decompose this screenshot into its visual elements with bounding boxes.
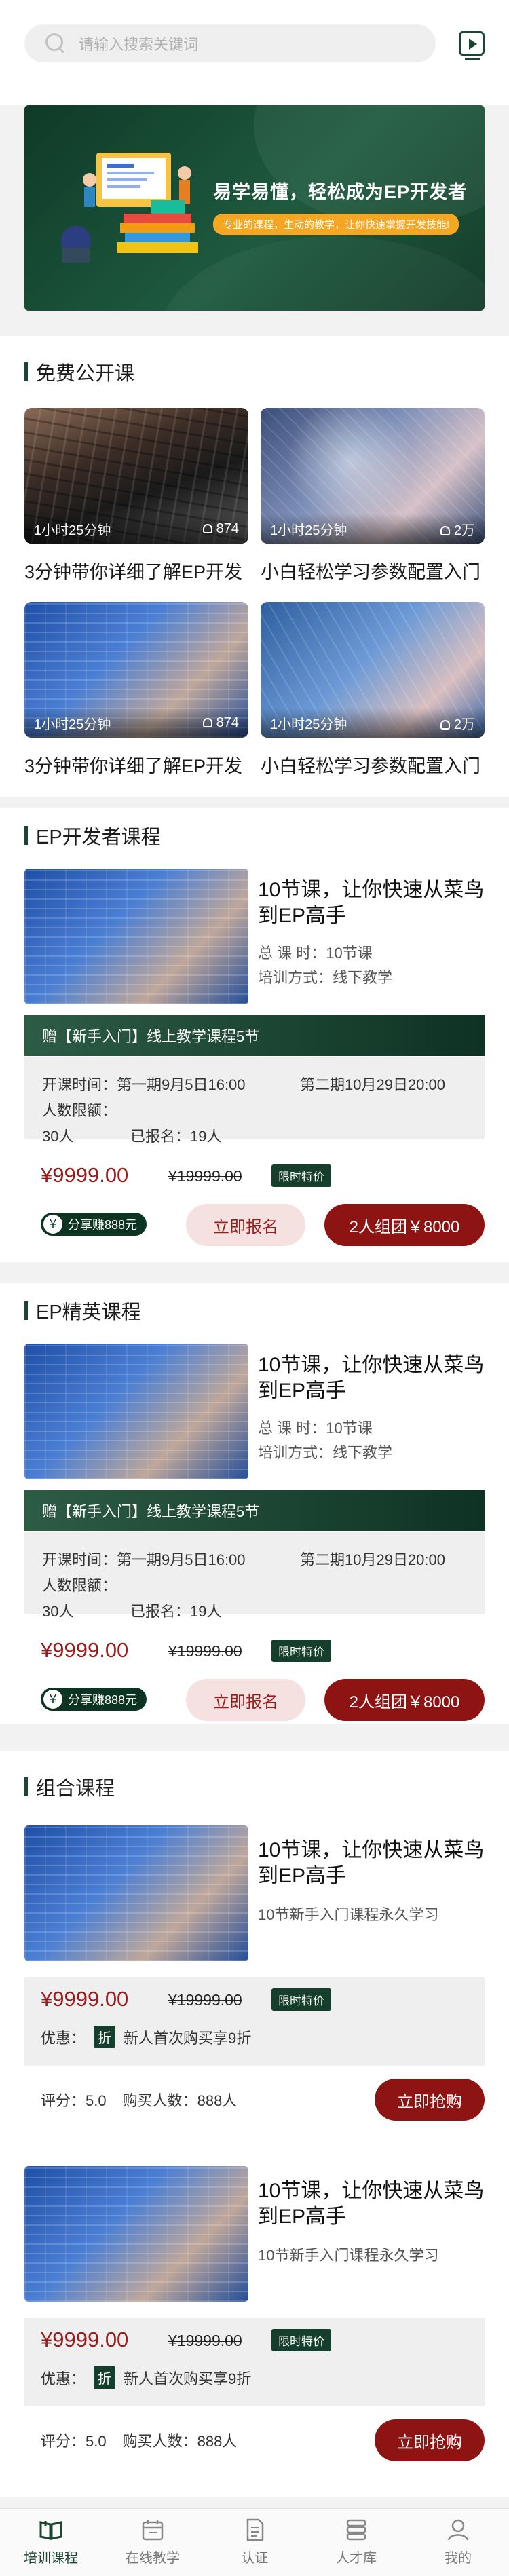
header: 请输入搜索关键词: [0, 0, 509, 105]
limited-offer-badge: 限时特价: [271, 1640, 331, 1662]
price: ¥9999.00: [41, 1638, 129, 1662]
gift-banner: 赠【新手入门】线上教学课程5节: [24, 1015, 485, 1056]
banner-subtitle: 专业的课程，生动的教学，让你快速掌握开发技能!: [213, 214, 459, 235]
course-title[interactable]: 10节课，让你快速从菜鸟到EP高手: [258, 877, 489, 929]
course-subtitle: 10节新手入门课程永久学习: [258, 2247, 439, 2264]
bottom-tab-bar: 培训课程 在线教学 认证 人才库 我的: [0, 2508, 509, 2576]
enroll-button[interactable]: 立即报名: [186, 1204, 305, 1246]
section-title: 组合课程: [24, 1773, 115, 1801]
buy-now-button[interactable]: 立即抢购: [375, 2419, 485, 2461]
discount-row: 优惠：折新人首次购买享9折: [41, 2026, 251, 2048]
view-count: 874: [216, 520, 239, 536]
card-title: 小白轻松学习参数配置入门: [261, 562, 480, 582]
free-course-card[interactable]: 1小时25分钟 2万 小白轻松学习参数配置入门: [261, 408, 485, 584]
discount-row: 优惠：折新人首次购买享9折: [41, 2366, 251, 2389]
course-thumbnail: 1小时25分钟 2万: [261, 408, 485, 544]
section-title: EP开发者课程: [24, 821, 161, 850]
person-icon: [440, 719, 450, 730]
tab-talent-pool[interactable]: 人才库: [305, 2509, 407, 2576]
duration: 1小时25分钟: [34, 717, 111, 732]
course-thumbnail[interactable]: [24, 1825, 248, 1961]
limited-offer-badge: 限时特价: [271, 1164, 331, 1187]
view-count: 2万: [453, 717, 475, 732]
elite-course-section: EP精英课程 10节课，让你快速从菜鸟到EP高手 总 课 时：10节课 培训方式…: [0, 1283, 509, 1724]
course-thumbnail[interactable]: [24, 869, 248, 1004]
discount-icon: 折: [94, 2366, 116, 2389]
video-play-icon[interactable]: [459, 31, 485, 60]
card-title: 3分钟带你详细了解EP开发: [24, 756, 243, 776]
course-title[interactable]: 10节课，让你快速从菜鸟到EP高手: [258, 1352, 489, 1404]
search-placeholder: 请输入搜索关键词: [79, 36, 199, 53]
yen-icon: ¥: [43, 1215, 62, 1234]
course-thumbnail: 1小时25分钟 874: [24, 408, 248, 544]
duration: 1小时25分钟: [270, 717, 347, 732]
books-illustration-icon: [61, 153, 198, 263]
tab-mine[interactable]: 我的: [407, 2509, 509, 2576]
free-course-card[interactable]: 1小时25分钟 874 3分钟带你详细了解EP开发: [24, 602, 248, 778]
course-subtitle: 10节新手入门课程永久学习: [258, 1906, 439, 1923]
discount-icon: 折: [94, 2026, 116, 2048]
tab-online-teaching[interactable]: 在线教学: [102, 2509, 204, 2576]
combo-course-section: 组合课程 10节课，让你快速从菜鸟到EP高手 10节新手入门课程永久学习 ¥99…: [0, 1751, 509, 2497]
dev-course-section: EP开发者课程 10节课，让你快速从菜鸟到EP高手 总 课 时：10节课 培训方…: [0, 808, 509, 1262]
user-icon: [447, 2519, 469, 2541]
limited-offer-badge: 限时特价: [271, 2329, 331, 2351]
schedule-box: 开课时间：第一期9月5日16:00 第二期10月29日20:00 人数限额：30人…: [24, 1532, 485, 1620]
person-icon: [202, 523, 212, 533]
enroll-button[interactable]: 立即报名: [186, 1679, 305, 1721]
card-title: 小白轻松学习参数配置入门: [261, 756, 480, 776]
tab-training-courses[interactable]: 培训课程: [0, 2509, 102, 2576]
person-icon: [202, 717, 212, 727]
limited-offer-badge: 限时特价: [271, 1988, 331, 2011]
course-lessons: 总 课 时：10节课: [258, 945, 373, 962]
share-earn-button[interactable]: ¥ 分享赚888元: [41, 1213, 147, 1236]
course-title[interactable]: 10节课，让你快速从菜鸟到EP高手: [258, 1838, 489, 1889]
buy-now-button[interactable]: 立即抢购: [375, 2079, 485, 2121]
original-price: ¥19999.00: [168, 2332, 242, 2349]
database-icon: [346, 2519, 366, 2541]
course-mode: 培训方式：线下教学: [258, 969, 393, 986]
price: ¥9999.00: [41, 1987, 129, 2011]
section-title: EP精英课程: [24, 1296, 141, 1325]
hero-banner[interactable]: 易学易懂，轻松成为EP开发者 专业的课程，生动的教学，让你快速掌握开发技能!: [24, 105, 485, 311]
yen-icon: ¥: [43, 1690, 62, 1709]
group-buy-button[interactable]: 2人组团￥8000: [324, 1204, 485, 1246]
duration: 1小时25分钟: [270, 523, 347, 538]
section-title: 免费公开课: [24, 358, 134, 386]
document-icon: [246, 2518, 264, 2541]
card-title: 3分钟带你详细了解EP开发: [24, 562, 243, 582]
search-input[interactable]: 请输入搜索关键词: [24, 24, 436, 62]
person-icon: [440, 525, 450, 535]
search-icon: [43, 31, 68, 56]
view-count: 2万: [453, 523, 475, 538]
free-course-card[interactable]: 1小时25分钟 874 3分钟带你详细了解EP开发: [24, 408, 248, 584]
duration: 1小时25分钟: [34, 523, 111, 538]
course-thumbnail: 1小时25分钟 2万: [261, 602, 485, 738]
free-course-card[interactable]: 1小时25分钟 2万 小白轻松学习参数配置入门: [261, 602, 485, 778]
price: ¥9999.00: [41, 2328, 129, 2351]
original-price: ¥19999.00: [168, 1991, 242, 2009]
book-icon: [39, 2521, 62, 2540]
rating-buyers: 评分：5.0 购买人数：888人: [41, 2433, 238, 2450]
tab-certification[interactable]: 认证: [204, 2509, 305, 2576]
course-thumbnail: 1小时25分钟 874: [24, 602, 248, 738]
price: ¥9999.00: [41, 1163, 129, 1187]
rating-buyers: 评分：5.0 购买人数：888人: [41, 2092, 238, 2109]
original-price: ¥19999.00: [168, 1167, 242, 1185]
share-earn-button[interactable]: ¥ 分享赚888元: [41, 1688, 147, 1711]
course-lessons: 总 课 时：10节课: [258, 1420, 373, 1437]
original-price: ¥19999.00: [168, 1642, 242, 1660]
schedule-box: 开课时间：第一期9月5日16:00 第二期10月29日20:00 人数限额：30人…: [24, 1057, 485, 1145]
course-thumbnail[interactable]: [24, 2166, 248, 2302]
course-title[interactable]: 10节课，让你快速从菜鸟到EP高手: [258, 2178, 489, 2230]
view-count: 874: [216, 715, 239, 730]
calendar-icon: [142, 2520, 164, 2541]
gift-banner: 赠【新手入门】线上教学课程5节: [24, 1490, 485, 1531]
group-buy-button[interactable]: 2人组团￥8000: [324, 1679, 485, 1721]
free-courses-section: 免费公开课 1小时25分钟 874 3分钟带你详细了解EP开发 1小时25分钟 2万…: [0, 336, 509, 797]
course-thumbnail[interactable]: [24, 1344, 248, 1479]
course-mode: 培训方式：线下教学: [258, 1444, 393, 1461]
banner-title: 易学易懂，轻松成为EP开发者: [213, 182, 468, 202]
